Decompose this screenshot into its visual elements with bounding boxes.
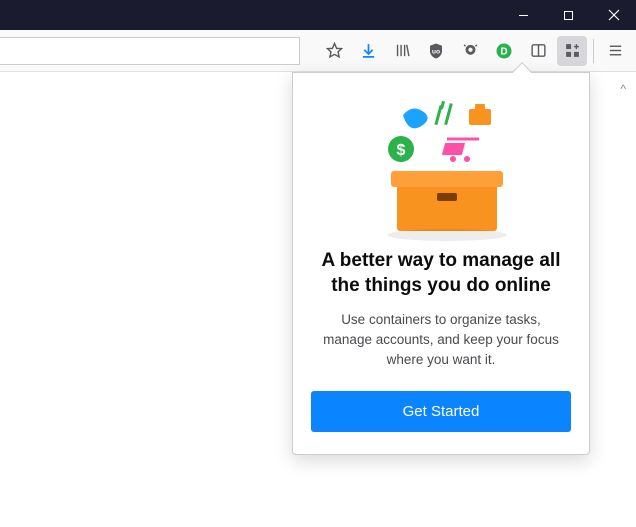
briefcase-icon bbox=[469, 104, 491, 125]
svg-text:D: D bbox=[500, 46, 507, 57]
popup-body-text: Use containers to organize tasks, manage… bbox=[311, 310, 571, 369]
window-maximize-button[interactable] bbox=[546, 0, 591, 30]
downloads-icon[interactable] bbox=[353, 36, 383, 66]
toolbar-icons: uo D bbox=[319, 36, 636, 66]
shopping-cart-icon bbox=[442, 139, 479, 162]
reader-view-icon[interactable] bbox=[523, 36, 553, 66]
disconnect-d-icon[interactable]: D bbox=[489, 36, 519, 66]
blue-blob-icon bbox=[403, 108, 428, 128]
containers-onboarding-popup: $ A better way to manage all the things … bbox=[292, 72, 590, 455]
popup-illustration: $ bbox=[311, 91, 571, 241]
browser-toolbar: uo D bbox=[0, 30, 636, 72]
storage-box-icon bbox=[387, 171, 507, 241]
scroll-up-caret-icon: ^ bbox=[620, 82, 626, 96]
hamburger-menu-icon[interactable] bbox=[600, 36, 630, 66]
bookmark-star-icon[interactable] bbox=[319, 36, 349, 66]
window-titlebar bbox=[0, 0, 636, 30]
get-started-button[interactable]: Get Started bbox=[311, 391, 571, 432]
extension-bell-icon[interactable] bbox=[455, 36, 485, 66]
svg-text:$: $ bbox=[397, 142, 406, 159]
popup-heading: A better way to manage all the things yo… bbox=[311, 249, 571, 298]
toolbar-separator bbox=[593, 39, 594, 63]
library-icon[interactable] bbox=[387, 36, 417, 66]
containers-icon[interactable] bbox=[557, 36, 587, 66]
dollar-coin-icon: $ bbox=[388, 136, 414, 162]
url-bar[interactable] bbox=[0, 37, 300, 65]
window-minimize-button[interactable] bbox=[501, 0, 546, 30]
fork-knife-icon bbox=[434, 101, 452, 125]
ublock-shield-icon[interactable]: uo bbox=[421, 36, 451, 66]
window-close-button[interactable] bbox=[591, 0, 636, 30]
svg-text:uo: uo bbox=[432, 48, 440, 55]
page-content: ^ $ bbox=[0, 72, 636, 527]
